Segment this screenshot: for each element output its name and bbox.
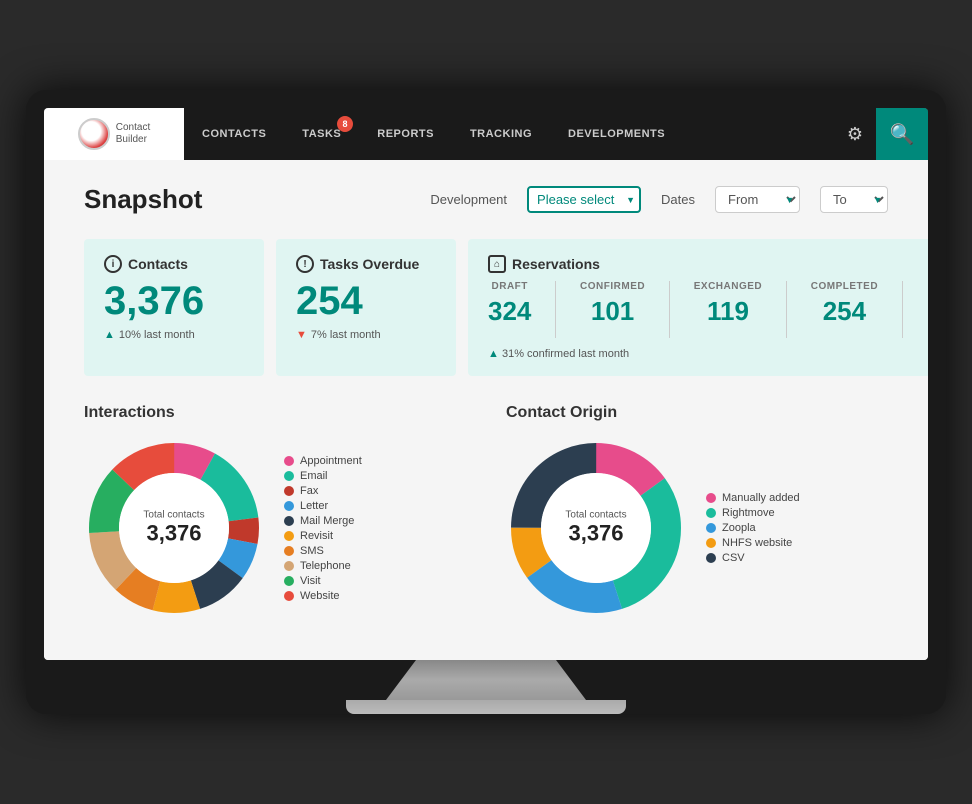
legend-item-nhfs: NHFS website xyxy=(706,537,800,549)
development-select-wrapper: Please select xyxy=(527,186,641,213)
tasks-card: ! Tasks Overdue 254 ▼ 7% last month xyxy=(276,239,456,376)
interactions-title: Interactions xyxy=(84,404,466,422)
to-select-wrapper: To xyxy=(820,186,888,213)
tasks-title: Tasks Overdue xyxy=(320,256,419,272)
logo-text: ContactBuilder xyxy=(116,122,150,146)
contacts-change: ▲ 10% last month xyxy=(104,329,244,341)
legend-item-zoopla: Zoopla xyxy=(706,522,800,534)
interactions-section: Interactions xyxy=(84,404,466,618)
dates-label: Dates xyxy=(661,192,695,207)
tasks-value: 254 xyxy=(296,281,436,321)
nav-item-reports[interactable]: REPORTS xyxy=(359,108,452,160)
origin-section: Contact Origin xyxy=(506,404,888,618)
tasks-arrow-down-icon: ▼ xyxy=(296,329,307,341)
contacts-value: 3,376 xyxy=(104,281,244,321)
legend-item-website: Website xyxy=(284,590,362,602)
legend-item-sms: SMS xyxy=(284,545,362,557)
navbar: ContactBuilder CONTACTS TASKS 8 REPORTS … xyxy=(44,108,928,160)
monitor-base xyxy=(346,700,626,714)
tasks-badge: 8 xyxy=(337,116,353,132)
logo-circle xyxy=(78,118,110,150)
res-completed: COMPLETED 254 xyxy=(811,281,878,338)
tasks-icon: ! xyxy=(296,255,314,273)
origin-donut-center: Total contacts 3,376 xyxy=(565,510,626,547)
logo-area: ContactBuilder xyxy=(44,108,184,160)
res-exchanged: EXCHANGED 119 xyxy=(694,281,762,338)
from-select[interactable]: From xyxy=(715,186,800,213)
res-confirmed: CONFIRMED 101 xyxy=(580,281,645,338)
legend-item-fax: Fax xyxy=(284,485,362,497)
monitor-outer: ContactBuilder CONTACTS TASKS 8 REPORTS … xyxy=(26,90,946,714)
contacts-icon: i xyxy=(104,255,122,273)
charts-row: Interactions xyxy=(84,404,888,618)
stats-row: i Contacts 3,376 ▲ 10% last month ! Task… xyxy=(84,239,888,376)
development-label: Development xyxy=(430,192,507,207)
legend-item-telephone: Telephone xyxy=(284,560,362,572)
res-draft: DRAFT 324 xyxy=(488,281,531,338)
nav-item-contacts[interactable]: CONTACTS xyxy=(184,108,284,160)
contacts-card: i Contacts 3,376 ▲ 10% last month xyxy=(84,239,264,376)
search-icon[interactable]: 🔍 xyxy=(876,108,928,160)
legend-item-rightmove: Rightmove xyxy=(706,507,800,519)
legend-item-visit: Visit xyxy=(284,575,362,587)
reservations-icon: ⌂ xyxy=(488,255,506,273)
contacts-title: Contacts xyxy=(128,256,188,272)
nav-item-tracking[interactable]: TRACKING xyxy=(452,108,550,160)
reservations-title: Reservations xyxy=(512,256,600,272)
interactions-donut: Total contacts 3,376 xyxy=(84,438,264,618)
settings-icon[interactable]: ⚙ xyxy=(834,108,876,160)
tasks-change: ▼ 7% last month xyxy=(296,329,436,341)
origin-chart-container: Total contacts 3,376 Manually added xyxy=(506,438,888,618)
main-content: Snapshot Development Please select Dates… xyxy=(44,160,928,660)
reservations-card: ⌂ Reservations DRAFT 324 CONFIRMED 101 xyxy=(468,239,928,376)
interactions-legend: Appointment Email Fax xyxy=(284,455,362,602)
reservations-arrow-icon: ▲ xyxy=(488,348,499,360)
nav-item-developments[interactable]: DEVELOPMENTS xyxy=(550,108,683,160)
nav-item-tasks[interactable]: TASKS 8 xyxy=(284,108,359,160)
reservations-footer: ▲ 31% confirmed last month xyxy=(488,348,928,360)
origin-legend: Manually added Rightmove Zoopla xyxy=(706,492,800,564)
to-select[interactable]: To xyxy=(820,186,888,213)
legend-item-manually: Manually added xyxy=(706,492,800,504)
monitor-stand xyxy=(386,660,586,700)
legend-item-appointment: Appointment xyxy=(284,455,362,467)
origin-title: Contact Origin xyxy=(506,404,888,422)
contacts-arrow-up-icon: ▲ xyxy=(104,329,115,341)
monitor-screen: ContactBuilder CONTACTS TASKS 8 REPORTS … xyxy=(44,108,928,660)
reservations-grid: DRAFT 324 CONFIRMED 101 EXCHANGED 119 xyxy=(488,281,928,338)
legend-item-mailmerge: Mail Merge xyxy=(284,515,362,527)
legend-item-letter: Letter xyxy=(284,500,362,512)
legend-item-email: Email xyxy=(284,470,362,482)
res-cancelled-draft: CANCELLED DRAFT 431 xyxy=(927,281,928,338)
interactions-donut-center: Total contacts 3,376 xyxy=(143,510,204,547)
development-select[interactable]: Please select xyxy=(527,186,641,213)
origin-donut: Total contacts 3,376 xyxy=(506,438,686,618)
from-select-wrapper: From xyxy=(715,186,800,213)
snapshot-header: Snapshot Development Please select Dates… xyxy=(84,184,888,215)
page-title: Snapshot xyxy=(84,184,202,215)
legend-item-csv: CSV xyxy=(706,552,800,564)
interactions-chart-container: Total contacts 3,376 Appointment xyxy=(84,438,466,618)
legend-item-revisit: Revisit xyxy=(284,530,362,542)
